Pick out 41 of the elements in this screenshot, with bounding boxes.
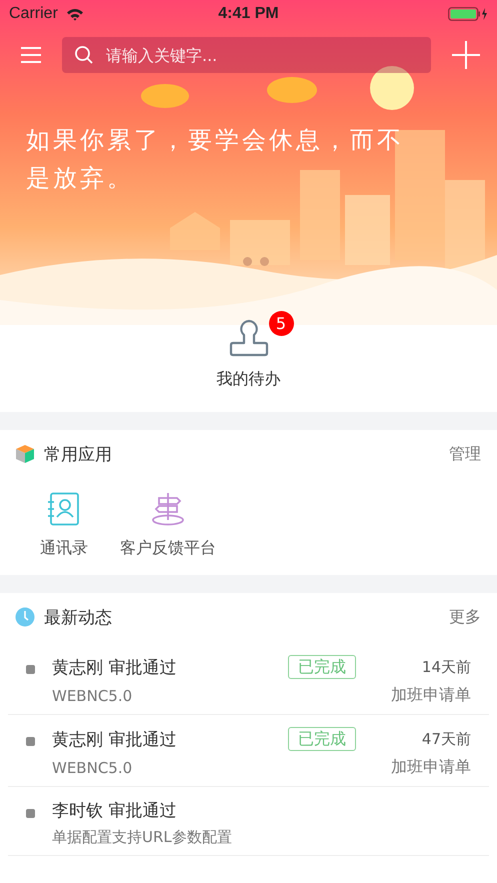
section-title: 常用应用 — [44, 444, 112, 466]
clock-icon — [15, 607, 35, 627]
status-tag: 已完成 — [288, 655, 356, 679]
activity-time: 47天前 — [422, 730, 471, 748]
activity-row[interactable]: 黄志刚 审批通过 已完成 14天前 WEBNC5.0 加班申请单 — [8, 643, 489, 715]
status-tag: 已完成 — [288, 727, 356, 751]
clock-time: 4:41 PM — [218, 5, 279, 23]
search-bar[interactable]: 请输入关键字... — [62, 37, 431, 73]
form-type: 加班申请单 — [391, 757, 471, 778]
signpost-icon — [151, 492, 185, 526]
cube-icon — [15, 444, 35, 464]
page-indicator[interactable] — [243, 257, 269, 266]
search-icon — [74, 45, 94, 65]
activity-title: 黄志刚 审批通过 — [52, 656, 178, 678]
bullet-icon — [26, 737, 35, 746]
activity-row[interactable]: 黄志刚 审批通过 已完成 47天前 WEBNC5.0 加班申请单 — [8, 715, 489, 787]
banner-quote: 如果你累了，要学会休息，而不是放弃。 — [26, 125, 405, 194]
activity-subtitle: WEBNC5.0 — [52, 758, 132, 776]
activity-title: 李时钦 审批通过 — [52, 800, 178, 822]
bullet-icon — [26, 809, 35, 818]
stamp-icon — [228, 319, 268, 357]
activity-title: 黄志刚 审批通过 — [52, 728, 178, 750]
activity-subtitle: WEBNC5.0 — [52, 686, 132, 704]
activity-row[interactable]: 李时钦 审批通过 单据配置支持URL参数配置 — [8, 787, 489, 856]
battery-icon — [448, 7, 488, 21]
search-field[interactable]: 请输入关键字... — [104, 44, 419, 66]
activity-subtitle: 单据配置支持URL参数配置 — [52, 828, 232, 847]
app-shortcut[interactable]: 客户反馈平台 — [120, 492, 216, 559]
contacts-icon — [48, 492, 80, 526]
section-title: 最新动态 — [44, 606, 112, 628]
menu-icon[interactable] — [20, 46, 42, 64]
todo-button[interactable]: 5 我的待办 — [194, 309, 302, 412]
bullet-icon — [26, 665, 35, 674]
more-link[interactable]: 更多 — [449, 606, 481, 628]
app-shortcut[interactable]: 通讯录 — [40, 492, 88, 559]
manage-link[interactable]: 管理 — [449, 444, 481, 464]
wifi-icon — [66, 8, 84, 20]
add-icon[interactable] — [451, 40, 481, 70]
activity-time: 14天前 — [422, 658, 471, 676]
carrier-label: Carrier — [9, 5, 58, 23]
form-type: 加班申请单 — [391, 685, 471, 706]
